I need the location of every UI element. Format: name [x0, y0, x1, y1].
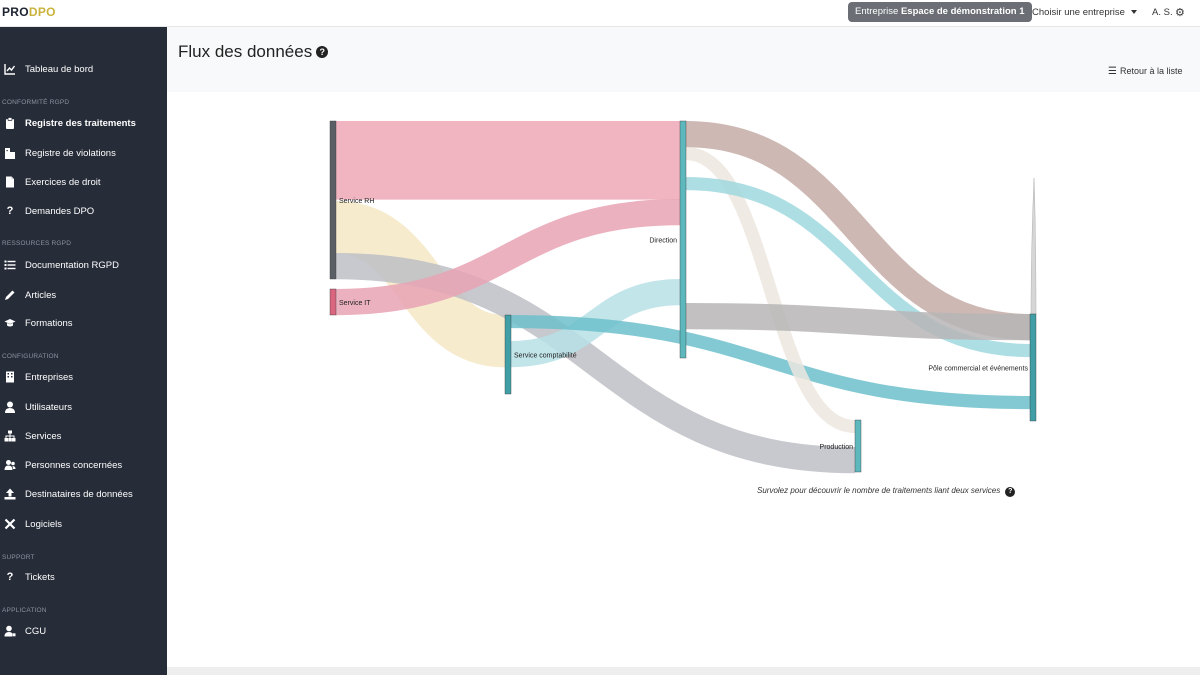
- sidebar: Tableau de bord Conformité RGPD Registre…: [0, 27, 167, 675]
- sidebar-item-tickets[interactable]: ? Tickets: [0, 567, 167, 589]
- sidebar-item-label: Registre des traitements: [25, 118, 136, 129]
- page-title: Flux des données?: [178, 42, 329, 62]
- company-name: Espace de démonstration 1: [900, 6, 1025, 17]
- sidebar-item-label: Tickets: [25, 572, 55, 583]
- sidebar-item-label: Services: [25, 431, 62, 442]
- page-title-text: Flux des données: [178, 42, 313, 61]
- sidebar-item-logiciels[interactable]: Logiciels: [0, 514, 167, 536]
- hover-hint: Survolez pour découvrir le nombre de tra…: [757, 486, 1016, 497]
- sidebar-item-formations[interactable]: Formations: [0, 313, 167, 335]
- sidebar-item-documentation-rgpd[interactable]: Documentation RGPD: [0, 255, 167, 277]
- question-icon: ?: [6, 571, 14, 583]
- back-to-list-label: Retour à la liste: [1119, 66, 1183, 76]
- sidebar-item-label: Logiciels: [25, 519, 62, 530]
- section-conformite-rgpd: Conformité RGPD: [2, 99, 70, 106]
- list-icon: ☰: [1108, 66, 1117, 77]
- tools-icon: [4, 518, 16, 530]
- pencil-icon: [4, 289, 16, 301]
- building-icon: [4, 147, 16, 159]
- hover-hint-text: Survolez pour découvrir le nombre de tra…: [757, 486, 1001, 495]
- sidebar-item-label: Tableau de bord: [25, 64, 94, 75]
- sidebar-item-utilisateurs[interactable]: Utilisateurs: [0, 397, 167, 419]
- building-icon: [4, 371, 16, 383]
- sidebar-item-personnes-concernees[interactable]: Personnes concernées: [0, 455, 167, 477]
- top-bar: PRODPO Entreprise Espace de démonstratio…: [0, 0, 1200, 27]
- user-menu[interactable]: A. S.: [1152, 7, 1173, 18]
- current-company-badge[interactable]: Entreprise Espace de démonstration 1: [848, 2, 1032, 22]
- upload-icon: [4, 488, 16, 500]
- clipboard-icon: [4, 117, 16, 129]
- sidebar-item-destinataires[interactable]: Destinataires de données: [0, 484, 167, 506]
- choose-company-label: Choisir une entreprise: [1032, 7, 1125, 18]
- sidebar-item-label: Utilisateurs: [25, 402, 72, 413]
- sidebar-item-services[interactable]: Services: [0, 426, 167, 448]
- sidebar-item-label: Articles: [25, 290, 57, 301]
- chart-area: [167, 92, 1200, 667]
- sidebar-item-entreprises[interactable]: Entreprises: [0, 367, 167, 389]
- logo-dpo: DPO: [28, 5, 56, 19]
- sidebar-item-label: Entreprises: [25, 372, 74, 383]
- back-to-list-link[interactable]: ☰ Retour à la liste: [1108, 66, 1183, 77]
- sidebar-item-cgu[interactable]: CGU: [0, 621, 167, 643]
- sidebar-item-exercices-droit[interactable]: Exercices de droit: [0, 172, 167, 194]
- sidebar-item-label: Documentation RGPD: [25, 260, 119, 271]
- question-icon: ?: [6, 205, 14, 217]
- chart-line-icon: [4, 63, 16, 75]
- list-icon: [4, 259, 16, 271]
- sidebar-item-registre-violations[interactable]: Registre de violations: [0, 143, 167, 165]
- sidebar-item-label: Personnes concernées: [25, 460, 123, 471]
- sidebar-item-articles[interactable]: Articles: [0, 285, 167, 307]
- company-prefix: Entreprise: [855, 6, 899, 17]
- sidebar-item-label: Destinataires de données: [25, 489, 133, 500]
- choose-company-dropdown[interactable]: Choisir une entreprise: [1032, 7, 1137, 18]
- sidebar-item-label: Exercices de droit: [25, 177, 101, 188]
- user-icon: [4, 401, 16, 413]
- gear-icon[interactable]: ⚙: [1175, 6, 1185, 19]
- section-configuration: Configuration: [2, 353, 59, 360]
- users-icon: [4, 459, 16, 471]
- logo-pro: PRO: [2, 5, 29, 19]
- section-application: Application: [2, 607, 47, 614]
- caret-down-icon: [1130, 10, 1137, 15]
- help-icon[interactable]: ?: [316, 46, 329, 58]
- sidebar-item-label: CGU: [25, 626, 47, 637]
- sidebar-item-registre-traitements[interactable]: Registre des traitements: [0, 113, 167, 135]
- file-icon: [4, 176, 16, 188]
- sidebar-item-label: Demandes DPO: [25, 206, 95, 217]
- sidebar-item-tableau-de-bord[interactable]: Tableau de bord: [0, 59, 167, 81]
- graduation-cap-icon: [4, 317, 16, 329]
- sidebar-item-label: Registre de violations: [25, 148, 116, 159]
- sidebar-item-label: Formations: [25, 318, 73, 329]
- section-ressources-rgpd: Ressources RGPD: [2, 240, 72, 247]
- sitemap-icon: [4, 430, 16, 442]
- section-support: Support: [2, 554, 35, 561]
- help-icon[interactable]: ?: [1005, 487, 1016, 497]
- user-initials: A. S.: [1152, 7, 1173, 18]
- user-lock-icon: [4, 625, 16, 637]
- sidebar-item-demandes-dpo[interactable]: ? Demandes DPO: [0, 201, 167, 223]
- logo[interactable]: PRODPO: [2, 5, 56, 19]
- bottom-bar: [167, 667, 1200, 675]
